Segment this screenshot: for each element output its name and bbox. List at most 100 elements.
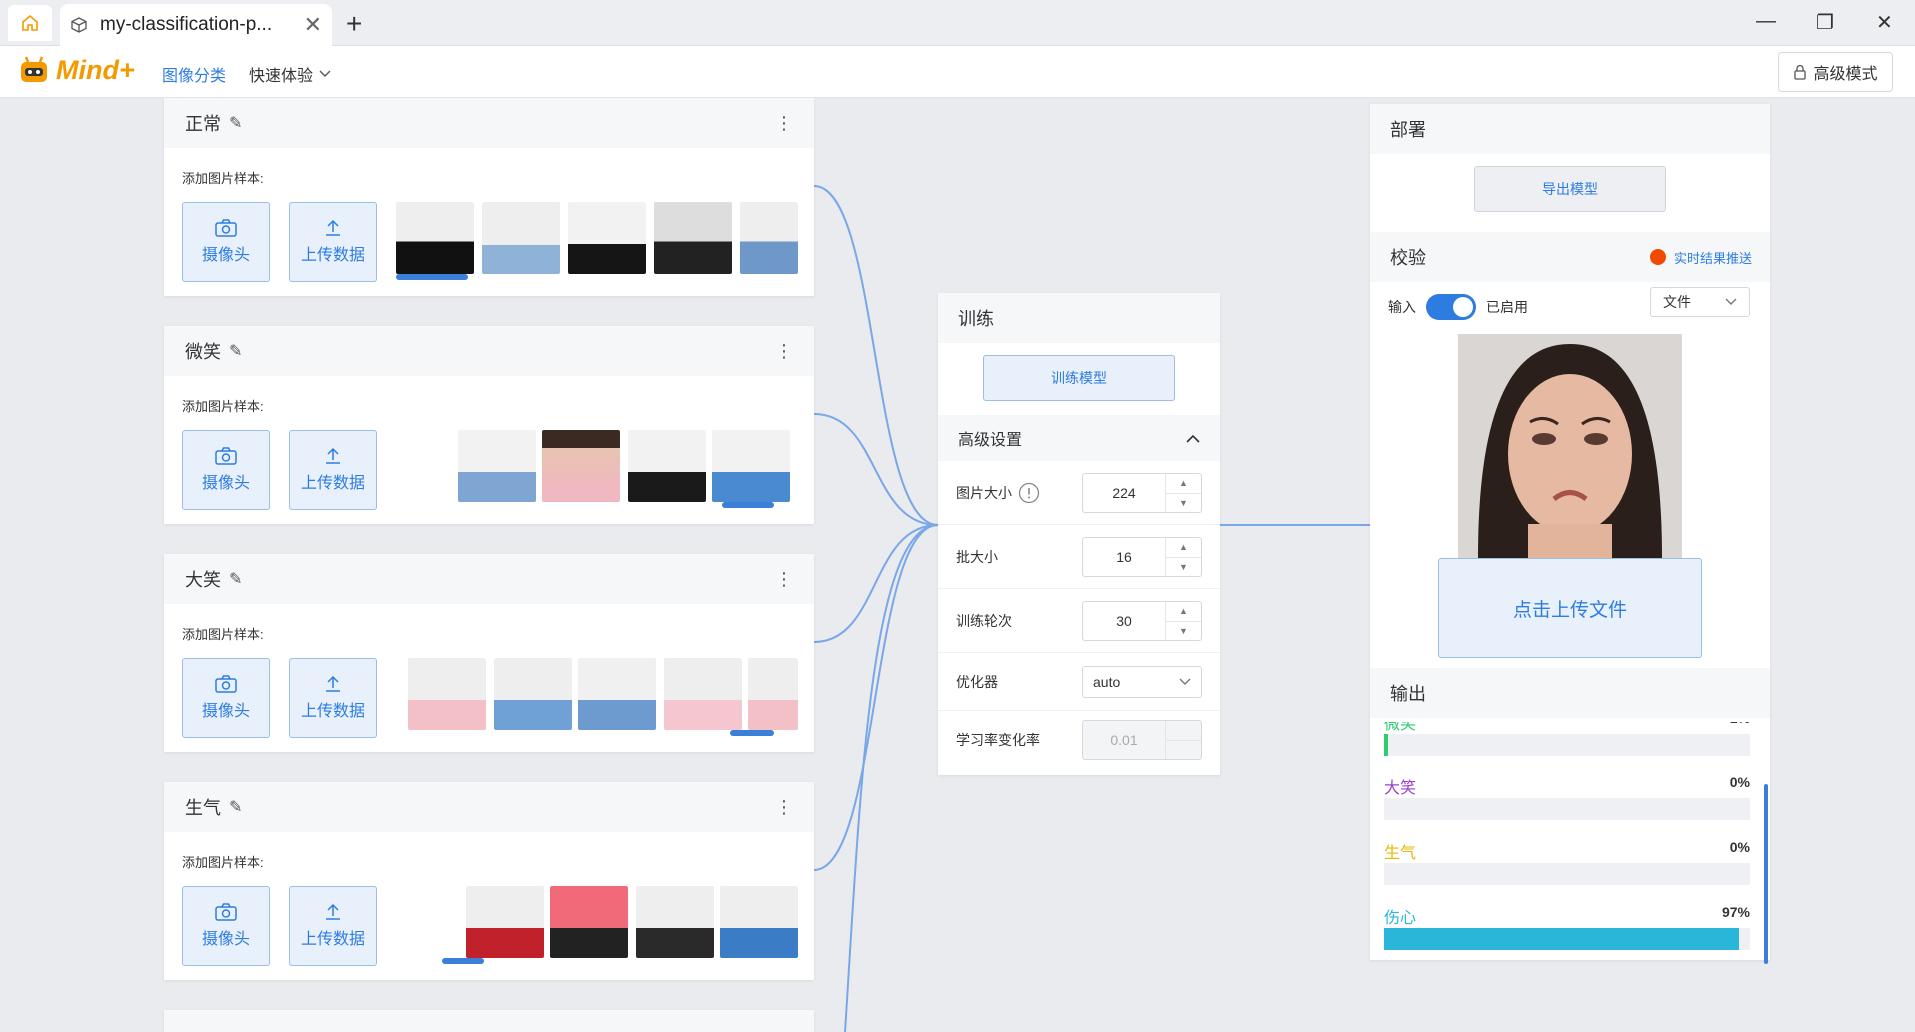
batch-size-value[interactable]: 16 [1083,538,1165,576]
batch-size-label: 批大小 [956,548,998,565]
more-options-icon[interactable]: ⋮ [775,341,793,362]
edit-pencil-icon[interactable]: ✎ [229,569,242,589]
decrement-icon[interactable]: ▼ [1166,556,1201,577]
minimize-button[interactable]: — [1756,10,1776,33]
upload-data-button[interactable]: 上传数据 [289,658,377,738]
output-item-label: 生气 [1384,845,1417,862]
train-model-button[interactable]: 训练模型 [983,355,1175,401]
window-close-button[interactable]: ✕ [1876,10,1893,35]
more-options-icon[interactable]: ⋮ [775,113,793,134]
optimizer-select[interactable]: auto [1082,666,1202,698]
thumbnail-scroll-indicator[interactable] [730,730,774,736]
upload-data-button[interactable]: 上传数据 [289,430,377,510]
tab-close-icon[interactable]: ✕ [304,12,322,38]
advanced-settings-header[interactable]: 高级设置 [938,415,1220,461]
sample-thumbnail[interactable] [494,658,572,730]
info-icon[interactable] [1018,482,1040,504]
menu-quick-experience[interactable]: 快速体验 [249,62,331,86]
sample-thumbnail[interactable] [628,430,706,502]
sample-thumbnail[interactable] [748,658,798,730]
deploy-title: 部署 [1370,104,1770,154]
input-source-select[interactable]: 文件 [1650,287,1750,317]
sample-thumbnail[interactable] [712,430,790,502]
class-name[interactable]: 大笑 [185,566,221,592]
increment-icon[interactable]: ▲ [1166,538,1201,557]
upload-file-button[interactable]: 点击上传文件 [1438,558,1702,658]
sample-thumbnail[interactable] [654,202,732,274]
more-options-icon[interactable]: ⋮ [775,797,793,818]
new-tab-button[interactable]: + [346,8,362,40]
menu-image-classify[interactable]: 图像分类 [162,62,226,86]
edit-pencil-icon[interactable]: ✎ [229,797,242,817]
decrement-icon[interactable]: ▼ [1166,492,1201,513]
more-options-icon[interactable]: ⋮ [775,569,793,590]
menu-quick-experience-label: 快速体验 [249,68,314,85]
chevron-down-icon [319,70,331,77]
upload-label: 上传数据 [300,703,365,720]
upload-data-button[interactable]: 上传数据 [289,886,377,966]
input-toggle-row: 输入 已启用 [1388,294,1528,320]
sample-thumbnail[interactable] [740,202,798,274]
epochs-value[interactable]: 30 [1083,602,1165,640]
chevron-up-icon[interactable] [1186,434,1200,443]
live-result-push[interactable]: 实时结果推送 [1649,232,1752,282]
sample-thumbnail[interactable] [458,430,536,502]
sample-thumbnail[interactable] [408,658,486,730]
export-model-button[interactable]: 导出模型 [1474,166,1666,212]
upload-data-button[interactable]: 上传数据 [289,202,377,282]
class-name[interactable]: 正常 [185,110,221,136]
lock-icon [1794,64,1807,80]
thumbnail-scroll-indicator[interactable] [396,274,468,280]
sample-thumbnail[interactable] [466,886,544,958]
learning-rate-label: 学习率变化率 [956,732,1040,748]
increment-icon[interactable]: ▲ [1166,474,1201,493]
sample-thumbnail[interactable] [550,886,628,958]
camera-button[interactable]: 摄像头 [182,430,270,510]
sample-thumbnail[interactable] [578,658,656,730]
camera-icon [215,447,237,465]
sample-thumbnail[interactable] [720,886,798,958]
chevron-down-icon [1179,678,1191,685]
sample-thumbnail[interactable] [664,658,742,730]
output-item-label: 大笑 [1384,780,1417,797]
increment-icon[interactable]: ▲ [1166,602,1201,621]
enabled-label: 已启用 [1486,299,1528,315]
output-item-percent: 97% [1721,904,1750,920]
sample-thumbnail[interactable] [568,202,646,274]
sample-thumbnail[interactable] [396,202,474,274]
batch-size-stepper[interactable]: 16 ▲ ▼ [1082,537,1202,577]
advanced-mode-label: 高级模式 [1813,66,1878,83]
class-name[interactable]: 微笑 [185,338,221,364]
edit-pencil-icon[interactable]: ✎ [229,341,242,361]
decrement-icon[interactable]: ▼ [1166,620,1201,641]
thumbnail-scroll-indicator[interactable] [442,958,484,964]
output-item-bar [1384,798,1750,820]
camera-button[interactable]: 摄像头 [182,202,270,282]
edit-pencil-icon[interactable]: ✎ [229,113,242,133]
output-item: 生气 0% [1384,839,1750,885]
preview-image [1458,334,1682,558]
camera-button[interactable]: 摄像头 [182,886,270,966]
input-toggle[interactable] [1426,294,1476,320]
restore-button[interactable]: ❐ [1816,10,1834,35]
output-results-list[interactable]: 微笑 1% 大笑 0% 生气 0% 伤心 97% [1370,722,1770,960]
thumbnail-scroll-indicator[interactable] [722,502,774,508]
epochs-stepper[interactable]: 30 ▲ ▼ [1082,601,1202,641]
advanced-mode-button[interactable]: 高级模式 [1778,52,1893,92]
home-button[interactable] [8,5,52,41]
class-name[interactable]: 生气 [185,794,221,820]
epochs-row: 训练轮次 30 ▲ ▼ [938,589,1220,653]
training-title: 训练 [938,293,1220,343]
sample-thumbnail[interactable] [636,886,714,958]
project-tab[interactable]: my-classification-p... ✕ [60,4,332,46]
image-size-value[interactable]: 224 [1083,474,1165,512]
class-card-laugh: 大笑 ✎ ⋮ 添加图片样本: 摄像头 上传数据 [164,554,814,752]
camera-button[interactable]: 摄像头 [182,658,270,738]
output-scrollbar[interactable] [1764,784,1768,964]
output-item-bar [1384,863,1750,885]
upload-icon [326,903,340,920]
image-size-stepper[interactable]: 224 ▲ ▼ [1082,473,1202,513]
sample-thumbnail[interactable] [482,202,560,274]
sample-thumbnail[interactable] [542,430,620,502]
image-size-row: 图片大小 224 ▲ ▼ [938,461,1220,525]
